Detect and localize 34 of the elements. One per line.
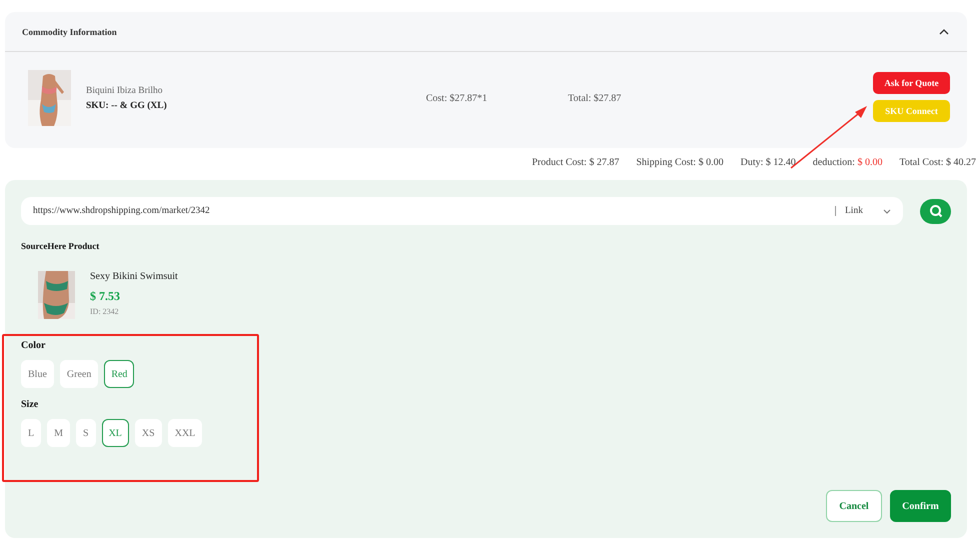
option-chip[interactable]: Red <box>104 360 134 388</box>
section-title: SourceHere Product <box>21 241 100 251</box>
option-chip[interactable]: Green <box>60 360 98 388</box>
option-chip[interactable]: Blue <box>21 360 54 388</box>
total-text: Total: $27.87 <box>568 92 622 104</box>
product-name: Biquini Ibiza Brilho <box>86 86 164 96</box>
option-label: Color <box>21 340 46 351</box>
cost-summary-item: Total Cost: $ 40.27 <box>899 157 976 170</box>
option-chip[interactable]: XXL <box>168 419 202 447</box>
cost-summary-item: deduction: $ 0.00 <box>812 157 882 170</box>
search-button[interactable] <box>920 198 951 224</box>
cost-text: Cost: $27.87*1 <box>426 92 488 104</box>
cost-summary-item: Product Cost: $ 27.87 <box>532 157 620 170</box>
section-title: Commodity Information <box>22 26 117 36</box>
option-chip[interactable]: XL <box>102 419 129 447</box>
url-field[interactable]: https://www.shdropshipping.com/market/2342 Link <box>21 197 903 225</box>
product-id: ID: 2342 <box>90 307 120 316</box>
product-price: $ 7.53 <box>90 289 121 304</box>
cancel-button[interactable]: Cancel <box>826 490 882 522</box>
option-chip[interactable]: XS <box>134 419 162 447</box>
sku-text: SKU: -- & GG (XL) <box>86 100 168 110</box>
cost-summary-item: Shipping Cost: $ 0.00 <box>636 157 724 170</box>
option-chip[interactable]: M <box>47 419 70 447</box>
quote-button[interactable]: Ask for Quote <box>873 72 950 94</box>
option-chip[interactable]: S <box>76 419 96 447</box>
option-label: Size <box>21 399 40 410</box>
chevron-down-icon <box>883 208 891 214</box>
cost-summary-item: Duty: $ 12.40 <box>740 157 796 170</box>
option-chip[interactable]: L <box>21 419 42 447</box>
mode-dropdown[interactable]: Link <box>835 206 891 216</box>
collapse-icon[interactable] <box>939 28 949 34</box>
confirm-button[interactable]: Confirm <box>890 490 951 522</box>
search-icon <box>928 204 942 218</box>
product-name: Sexy Bikini Swimsuit <box>90 271 178 282</box>
